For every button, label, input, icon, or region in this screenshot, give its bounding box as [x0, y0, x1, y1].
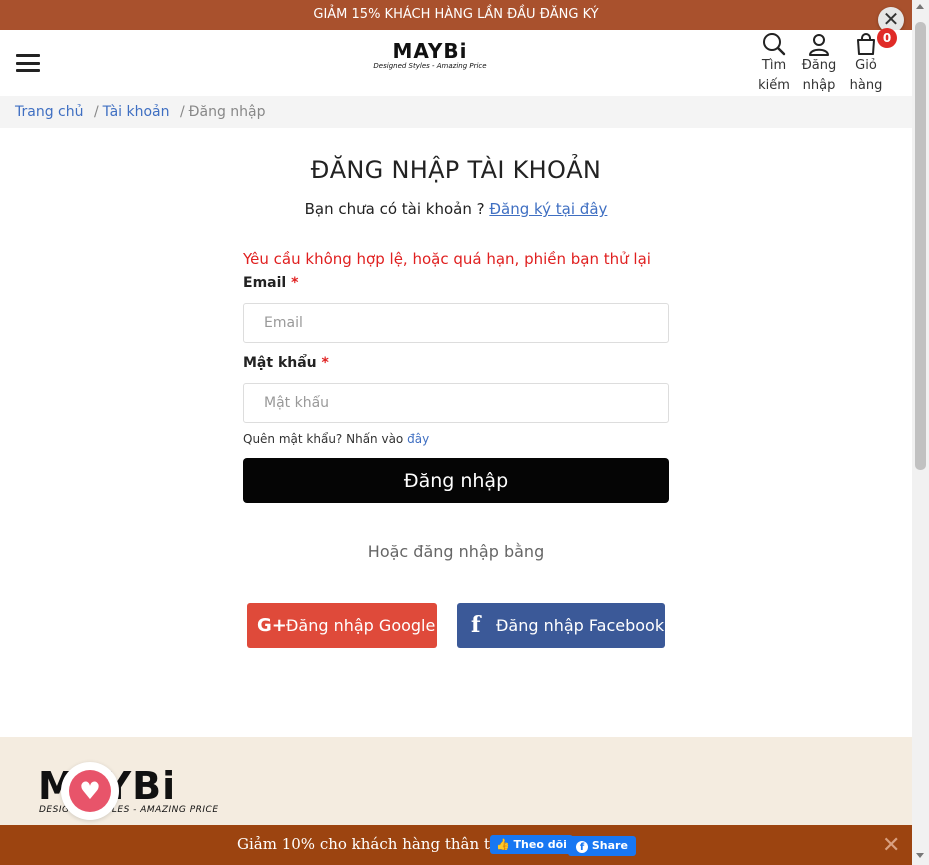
- user-icon: [809, 34, 829, 56]
- share-label: Share: [591, 839, 628, 852]
- breadcrumb-separator: /: [93, 104, 99, 120]
- bottom-promo-text: Giảm 10% cho khách hàng thân thiết: [237, 835, 520, 853]
- breadcrumb-home-link[interactable]: Trang chủ: [15, 104, 83, 120]
- follow-label: Theo dõi: [513, 838, 567, 851]
- page-scrollbar[interactable]: [912, 0, 929, 865]
- password-label: Mật khẩu *: [243, 355, 329, 371]
- breadcrumb-separator: /: [179, 104, 185, 120]
- facebook-login-label: Đăng nhập Facebook: [496, 616, 665, 635]
- cart-label-2: hàng: [849, 78, 883, 93]
- scrollbar-thumb[interactable]: [915, 22, 926, 470]
- scroll-up-arrow-icon[interactable]: [916, 4, 924, 9]
- header-login-button[interactable]: Đăng nhập: [797, 32, 841, 96]
- forgot-password: Quên mật khẩu? Nhấn vào đây: [243, 432, 429, 446]
- logo-tagline: Designed Styles - Amazing Price: [373, 62, 487, 70]
- facebook-login-button[interactable]: f Đăng nhập Facebook: [457, 603, 665, 648]
- page: GIẢM 15% KHÁCH HÀNG LẦN ĐẦU ĐĂNG KÝ ✕ MA…: [0, 0, 929, 865]
- search-label-2: kiếm: [758, 78, 790, 93]
- forgot-password-text: Quên mật khẩu? Nhấn vào: [243, 432, 404, 446]
- promo-text: GIẢM 15% KHÁCH HÀNG LẦN ĐẦU ĐĂNG KÝ: [313, 7, 599, 22]
- register-link[interactable]: Đăng ký tại đây: [489, 200, 607, 218]
- breadcrumb: Trang chủ / Tài khoản / Đăng nhập: [0, 96, 912, 128]
- facebook-icon: f: [471, 612, 481, 638]
- thumbs-up-icon: 👍: [496, 838, 510, 851]
- login-submit-button[interactable]: Đăng nhập: [243, 458, 669, 503]
- logo-text: MAYBi: [392, 39, 468, 63]
- email-label-text: Email: [243, 275, 287, 291]
- google-login-button[interactable]: G+ Đăng nhập Google: [247, 603, 437, 648]
- facebook-share-button[interactable]: f Share: [568, 836, 636, 856]
- site-header: MAYBi Designed Styles - Amazing Price Tì…: [0, 30, 912, 96]
- page-title: ĐĂNG NHẬP TÀI KHOẢN: [310, 156, 602, 184]
- heart-icon: ♥: [69, 770, 111, 812]
- menu-icon[interactable]: [16, 54, 40, 72]
- bottom-bar-close-button[interactable]: ✕: [882, 833, 900, 858]
- scroll-down-arrow-icon[interactable]: [916, 853, 924, 858]
- bottom-promo-bar: Giảm 10% cho khách hàng thân thiết 👍 The…: [0, 825, 912, 865]
- breadcrumb-current: Đăng nhập: [188, 104, 266, 120]
- login-label-2: nhập: [802, 78, 836, 93]
- no-account-text: Bạn chưa có tài khoản ?: [304, 200, 485, 218]
- wishlist-floating-button[interactable]: ♥: [61, 762, 119, 820]
- login-label-1: Đăng: [801, 58, 837, 73]
- cart-count-badge: 0: [877, 28, 897, 48]
- breadcrumb-account-link[interactable]: Tài khoản: [103, 104, 170, 120]
- promo-bar: GIẢM 15% KHÁCH HÀNG LẦN ĐẦU ĐĂNG KÝ: [0, 0, 912, 30]
- email-field[interactable]: [243, 303, 669, 343]
- header-search-button[interactable]: Tìm kiếm: [752, 32, 796, 96]
- google-plus-icon: G+: [257, 615, 287, 636]
- social-login-divider: Hoặc đăng nhập bằng: [367, 542, 545, 561]
- password-field[interactable]: [243, 383, 669, 423]
- password-label-text: Mật khẩu: [243, 355, 317, 371]
- error-message: Yêu cầu không hợp lệ, hoặc quá hạn, phiề…: [243, 250, 651, 268]
- search-label-1: Tìm: [761, 58, 787, 73]
- forgot-password-link[interactable]: đây: [407, 432, 429, 446]
- facebook-icon: f: [576, 841, 588, 853]
- site-logo[interactable]: MAYBi Designed Styles - Amazing Price: [370, 40, 490, 71]
- shopping-bag-icon: [857, 33, 875, 55]
- cart-label-1: Giỏ: [855, 58, 877, 73]
- facebook-follow-button[interactable]: 👍 Theo dõi: [490, 835, 573, 854]
- required-mark: *: [321, 355, 329, 371]
- required-mark: *: [291, 275, 299, 291]
- search-icon: [763, 33, 786, 56]
- email-label: Email *: [243, 275, 298, 291]
- google-login-label: Đăng nhập Google: [286, 616, 436, 635]
- register-prompt: Bạn chưa có tài khoản ? Đăng ký tại đây: [0, 200, 912, 218]
